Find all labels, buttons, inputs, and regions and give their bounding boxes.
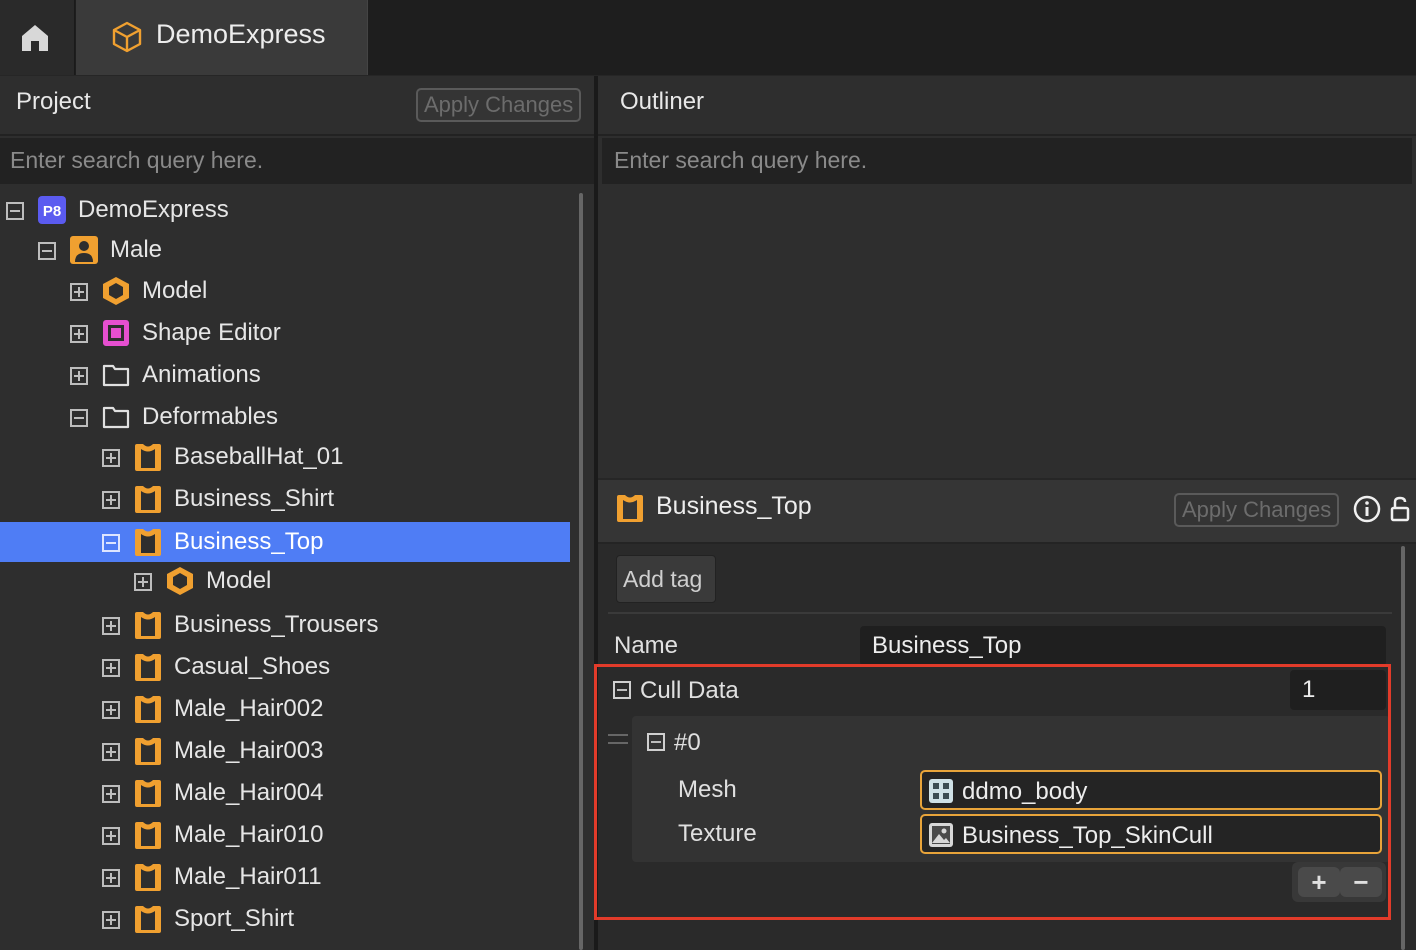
shirt-icon — [133, 442, 163, 472]
shirt-icon — [133, 736, 163, 766]
tab-label: DemoExpress — [156, 19, 326, 49]
tree-item[interactable]: Shape Editor — [0, 313, 570, 353]
shirt-icon — [617, 495, 643, 522]
project-search-input[interactable]: Enter search query here. — [0, 138, 594, 184]
tree-item[interactable]: Male_Hair003 — [0, 731, 570, 771]
tree-item[interactable]: Casual_Shoes — [0, 647, 570, 687]
tree-item-label: BaseballHat_01 — [174, 443, 344, 470]
shirt-icon — [133, 694, 163, 724]
tree-item[interactable]: Business_Top — [0, 522, 570, 562]
collapse-toggle[interactable] — [102, 534, 120, 552]
tree-item-label: Casual_Shoes — [174, 653, 331, 680]
tree-item[interactable]: Sport_Shirt — [0, 899, 570, 939]
expand-toggle[interactable] — [102, 659, 120, 677]
expand-toggle[interactable] — [102, 869, 120, 887]
shirt-icon — [133, 778, 163, 808]
expand-toggle[interactable] — [102, 911, 120, 929]
cube-icon — [112, 21, 142, 53]
tree-item[interactable]: Male_Hair004 — [0, 773, 570, 813]
project-apply-changes-button[interactable]: Apply Changes — [416, 88, 582, 122]
highlight-box — [594, 664, 1391, 920]
expand-toggle[interactable] — [102, 785, 120, 803]
expand-toggle[interactable] — [102, 701, 120, 719]
home-icon — [22, 25, 48, 51]
name-field[interactable]: Business_Top — [860, 626, 1386, 666]
tree-item-label: Male_Hair004 — [174, 779, 324, 806]
character-icon — [69, 235, 99, 265]
folder-icon — [101, 360, 131, 390]
tree-item-label: Sport_Shirt — [174, 905, 295, 932]
tree-item[interactable]: Male — [0, 230, 570, 270]
name-label: Name — [614, 632, 679, 659]
collapse-toggle[interactable] — [70, 409, 88, 427]
outliner-panel: Outliner Enter search query here. — [598, 76, 1416, 478]
svg-text:P8: P8 — [43, 203, 61, 220]
p8-project-icon: P8 — [37, 195, 67, 225]
tab-demoexpress[interactable]: DemoExpress — [76, 0, 368, 75]
expand-toggle[interactable] — [70, 325, 88, 343]
folder-icon — [101, 402, 131, 432]
shirt-icon — [133, 652, 163, 682]
tree-item-label: Shape Editor — [142, 319, 281, 346]
tree-item-label: Male_Hair011 — [174, 863, 322, 890]
add-tag-button[interactable]: Add tag — [616, 555, 716, 603]
tree-item[interactable]: Business_Trousers — [0, 605, 570, 645]
home-button[interactable] — [0, 0, 75, 75]
expand-toggle[interactable] — [102, 617, 120, 635]
project-scrollbar[interactable] — [579, 193, 583, 950]
expand-toggle[interactable] — [102, 827, 120, 845]
expand-toggle[interactable] — [102, 491, 120, 509]
shirt-icon — [133, 484, 163, 514]
project-title: Project — [16, 88, 91, 115]
tree-item[interactable]: Male_Hair002 — [0, 689, 570, 729]
tree-item-label: Male_Hair010 — [174, 821, 324, 848]
inspector-header: Business_Top Apply Changes — [598, 480, 1416, 544]
expand-toggle[interactable] — [134, 573, 152, 591]
inspector-scrollbar[interactable] — [1401, 546, 1405, 950]
tree-item-label: Male_Hair002 — [174, 695, 324, 722]
outliner-search-input[interactable]: Enter search query here. — [602, 138, 1412, 184]
tree-item-label: Model — [142, 277, 208, 304]
tree-item-label: Business_Shirt — [174, 485, 335, 512]
collapse-toggle[interactable] — [38, 242, 56, 260]
shirt-icon — [133, 527, 163, 557]
tree-item-label: Model — [206, 567, 272, 594]
tree-item[interactable]: Animations — [0, 355, 570, 395]
model-hex-icon — [101, 276, 131, 306]
collapse-toggle[interactable] — [6, 202, 24, 220]
divider — [608, 612, 1392, 614]
outliner-title: Outliner — [620, 88, 705, 115]
inspector-apply-changes-button[interactable]: Apply Changes — [1174, 493, 1340, 527]
tree-item[interactable]: Model — [0, 561, 570, 601]
tree-item[interactable]: Model — [0, 271, 570, 311]
tree-item[interactable]: Business_Shirt — [0, 479, 570, 519]
info-icon[interactable] — [1353, 495, 1381, 523]
tree-item[interactable]: BaseballHat_01 — [0, 437, 570, 477]
shirt-icon — [133, 862, 163, 892]
expand-toggle[interactable] — [70, 367, 88, 385]
shape-editor-icon — [101, 318, 131, 348]
tree-item-label: Animations — [142, 361, 261, 388]
shirt-icon — [133, 904, 163, 934]
tree-item-label: Deformables — [142, 403, 279, 430]
tree-item[interactable]: Male_Hair010 — [0, 815, 570, 855]
tree-item-label: Male — [110, 236, 163, 263]
shirt-icon — [133, 610, 163, 640]
expand-toggle[interactable] — [102, 743, 120, 761]
tree-item-label: Business_Trousers — [174, 611, 379, 638]
lock-open-icon[interactable] — [1389, 495, 1411, 523]
tree-item-label: Male_Hair003 — [174, 737, 324, 764]
inspector-title: Business_Top — [656, 492, 812, 520]
tree-item-label: DemoExpress — [78, 196, 229, 223]
model-hex-icon — [165, 566, 195, 596]
tree-item[interactable]: Male_Hair011 — [0, 857, 570, 897]
expand-toggle[interactable] — [102, 449, 120, 467]
tree-item-label: Business_Top — [174, 528, 324, 555]
tree-item[interactable]: Deformables — [0, 397, 570, 437]
expand-toggle[interactable] — [70, 283, 88, 301]
tree-item[interactable]: P8 DemoExpress — [0, 190, 570, 230]
shirt-icon — [133, 820, 163, 850]
